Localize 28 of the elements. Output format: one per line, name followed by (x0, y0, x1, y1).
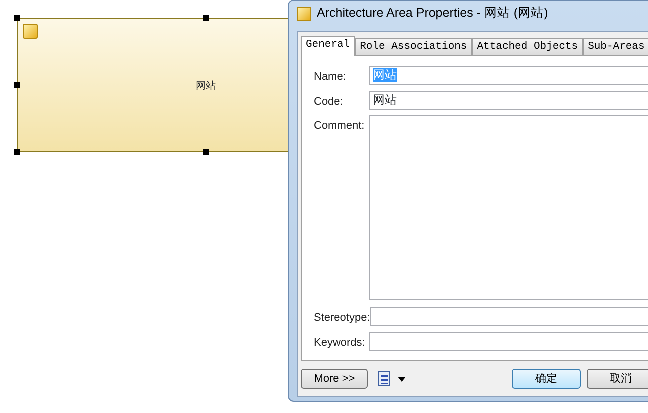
resize-handle[interactable] (203, 149, 209, 155)
resize-handle[interactable] (14, 15, 20, 21)
ok-button[interactable]: 确定 (512, 369, 581, 389)
field-label: Name: (314, 70, 348, 85)
input-field[interactable] (369, 332, 648, 350)
resize-handle[interactable] (14, 149, 20, 155)
cancel-button[interactable]: 取消 (586, 369, 648, 389)
input-field[interactable] (370, 307, 648, 326)
field-label: Code: (314, 94, 344, 110)
area-icon (23, 24, 38, 39)
field-label: Keywords: (314, 336, 366, 350)
window-icon (297, 6, 311, 20)
document-icon[interactable] (378, 371, 392, 387)
resize-handle[interactable] (203, 15, 209, 21)
shape-label: 网站 (196, 80, 216, 94)
field-label: Stereotype: (314, 311, 370, 326)
tab[interactable]: General (301, 36, 356, 56)
input-field[interactable]: 网站 (369, 90, 648, 110)
field-label: Comment: (314, 119, 366, 134)
resize-handle[interactable] (14, 82, 20, 88)
tab[interactable]: Role Associations (355, 38, 472, 55)
diagram-shape[interactable]: 网站 (17, 18, 289, 152)
tab[interactable]: Attached Objects (472, 38, 584, 55)
comment-field[interactable] (369, 115, 648, 300)
window-title: Architecture Area Properties - 网站 (网站) (317, 5, 548, 22)
tab[interactable]: Sub-Areas (583, 38, 648, 55)
more-button[interactable]: More >> (301, 369, 368, 389)
caret-icon[interactable] (398, 376, 405, 382)
